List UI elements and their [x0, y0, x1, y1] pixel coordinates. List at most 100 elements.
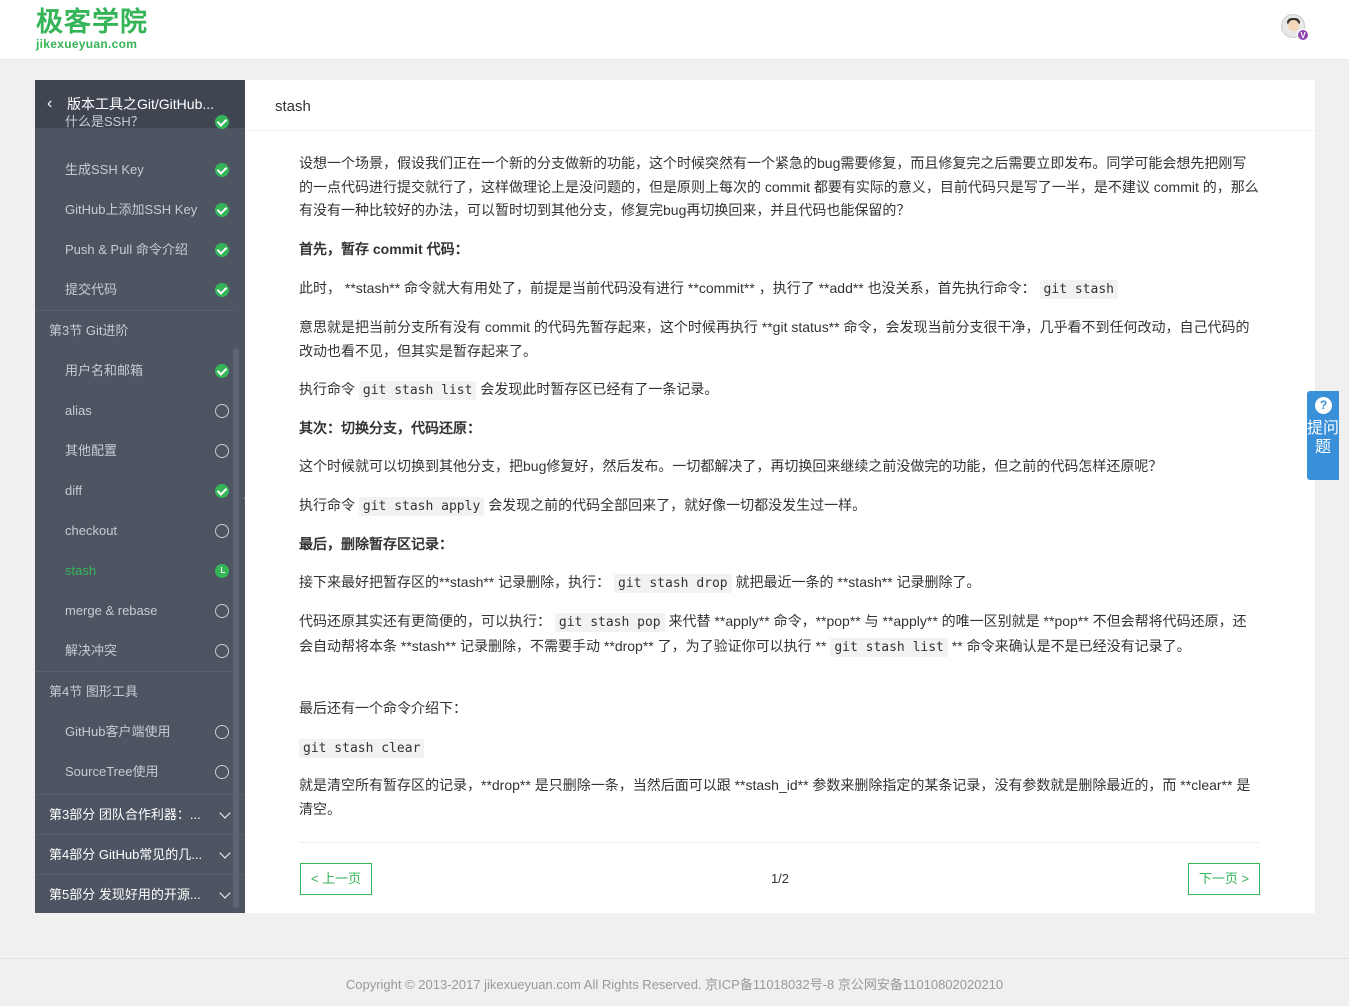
lesson-label: 生成SSH Key [65, 162, 144, 177]
inline-code: git stash drop [614, 574, 732, 593]
paragraph: 就是清空所有暂存区的记录，**drop** 是只删除一条，当然后面可以跟 **s… [299, 777, 1251, 817]
lesson-item[interactable]: Push & Pull 命令介绍 [35, 230, 235, 270]
lesson-item[interactable]: 什么是SSH？ [35, 102, 235, 142]
lesson-label: 解决冲突 [65, 643, 118, 658]
inline-code: git stash pop [554, 613, 665, 632]
paragraph: 接下来最好把暂存区的**stash** 记录删除，执行： git stash d… [299, 571, 1259, 596]
lesson-item[interactable]: 提交代码 [35, 270, 235, 310]
inline-code: git stash [1039, 280, 1118, 299]
code-block: git stash clear [299, 736, 1259, 761]
user-avatar[interactable]: V [1281, 14, 1309, 41]
lesson-label: 提交代码 [65, 282, 118, 297]
empty-circle-icon [215, 604, 229, 618]
lesson-item[interactable]: diff [35, 471, 235, 511]
page-title: stash [275, 98, 311, 115]
paragraph: 最后还有一个命令介绍下： [299, 700, 467, 716]
inline-code: git stash list [830, 637, 948, 657]
clock-icon [215, 564, 229, 578]
lesson-item[interactable]: SourceTree使用 [35, 752, 235, 792]
part-label: 第4部分 GitHub常见的几... [49, 847, 203, 862]
lesson-item[interactable]: merge & rebase [35, 591, 235, 631]
course-part[interactable]: 第5部分 发现好用的开源... [35, 874, 245, 913]
course-sidebar: ‹ 版本工具之Git/GitHub... 什么是SSH？ 生成SSH Key G… [35, 80, 245, 913]
heading-text: 其次：切换分支，代码还原： [299, 420, 481, 436]
section-heading: 首先，暂存 commit 代码： [299, 238, 1259, 262]
lesson-label: SourceTree使用 [65, 764, 159, 779]
section-heading: 第4节 图形工具 [35, 671, 235, 711]
paragraph: 执行命令 git stash apply 会发现之前的代码全部回来了，就好像一切… [299, 494, 1259, 519]
empty-circle-icon [215, 644, 229, 658]
lesson-label: alias [65, 403, 92, 418]
lesson-label: diff [65, 483, 83, 498]
lesson-item[interactable]: checkout [35, 511, 235, 551]
prev-page-button[interactable]: < 上一页 [300, 863, 372, 895]
chevron-down-icon [219, 807, 231, 819]
lesson-item[interactable]: alias [35, 391, 235, 431]
paragraph: 此时， **stash** 命令就大有用处了，前提是当前代码没有进行 **com… [299, 277, 1259, 302]
done-check-icon [215, 115, 229, 129]
course-part[interactable]: 第4部分 GitHub常见的几... [35, 834, 245, 874]
empty-circle-icon [215, 404, 229, 418]
paragraph: 这个时候就可以切换到其他分支，把bug修复好，然后发布。一切都解决了，再切换回来… [299, 458, 1163, 474]
section-heading: 最后，删除暂存区记录： [299, 533, 1259, 557]
inline-code: git stash apply [358, 497, 485, 516]
paragraph: 意思就是把当前分支所有没有 commit 的代码先暂存起来，这个时候再执行 **… [299, 319, 1250, 359]
inline-code: git stash list [358, 381, 477, 400]
done-check-icon [215, 484, 229, 498]
empty-circle-icon [215, 725, 229, 739]
chevron-down-icon [219, 887, 231, 899]
text: ** 命令来确认是不是已经没有记录了。 [951, 637, 1191, 654]
course-part[interactable]: 第3部分 团队合作利器：... [35, 794, 245, 834]
site-logo[interactable]: 极客学院 jikexueyuan.com [36, 7, 148, 51]
ask-question-button[interactable]: ? 提问题 [1307, 391, 1339, 480]
paragraph: 执行命令 git stash list 会发现此时暂存区已经有了一条记录。 [299, 378, 1259, 403]
logo-cn: 极客学院 [36, 7, 148, 38]
divider [299, 842, 1259, 843]
text: 此时， **stash** 命令就大有用处了，前提是当前代码没有进行 **com… [299, 280, 1036, 296]
avatar-face [1288, 20, 1299, 31]
lesson-item[interactable]: GitHub上添加SSH Key [35, 190, 235, 230]
inline-code: git stash clear [299, 739, 425, 758]
lesson-label: GitHub上添加SSH Key [65, 202, 198, 217]
lesson-item[interactable]: GitHub客户端使用 [35, 712, 235, 752]
heading-text: 首先，暂存 commit 代码： [299, 241, 469, 257]
empty-circle-icon [215, 524, 229, 538]
lesson-label: 其他配置 [65, 443, 118, 458]
lesson-label: 什么是SSH？ [65, 114, 144, 129]
logo-en: jikexueyuan.com [36, 37, 138, 51]
vip-badge: V [1297, 29, 1309, 41]
lesson-item[interactable]: 其他配置 [35, 431, 235, 471]
lesson-label: merge & rebase [65, 603, 158, 618]
empty-circle-icon [215, 765, 229, 779]
text: 代码还原其实还有更简便的，可以执行： [299, 613, 551, 629]
lesson-item[interactable]: 解决冲突 [35, 631, 235, 671]
done-check-icon [215, 364, 229, 378]
text: 就把最近一条的 **stash** 记录删除了。 [735, 574, 981, 590]
done-check-icon [215, 243, 229, 257]
lesson-item-current[interactable]: stash [35, 551, 235, 591]
done-check-icon [215, 163, 229, 177]
sidebar-scrollbar[interactable] [233, 348, 239, 908]
question-bubble-icon: ? [1315, 397, 1332, 414]
lesson-label: 用户名和邮箱 [65, 363, 144, 378]
article-panel: stash 设想一个场景，假设我们正在一个新的分支做新的功能，这个时候突然有一个… [245, 80, 1315, 913]
lesson-item[interactable]: 生成SSH Key [35, 150, 235, 190]
next-page-button[interactable]: 下一页 > [1188, 863, 1260, 895]
lesson-item[interactable]: 用户名和邮箱 [35, 351, 235, 391]
lesson-label: Push & Pull 命令介绍 [65, 242, 188, 257]
empty-circle-icon [215, 444, 229, 458]
chevron-down-icon [219, 847, 231, 859]
ask-label: 提问题 [1307, 420, 1340, 456]
lesson-label: checkout [65, 523, 118, 538]
section-heading: 第3节 Git进阶 [35, 310, 235, 350]
paragraph: 代码还原其实还有更简便的，可以执行： git stash pop 来代替 **a… [299, 610, 1259, 659]
text: 会发现此时暂存区已经有了一条记录。 [480, 381, 719, 397]
done-check-icon [215, 283, 229, 297]
heading-text: 最后，删除暂存区记录： [299, 536, 453, 552]
paragraph: 设想一个场景，假设我们正在一个新的分支做新的功能，这个时候突然有一个紧急的bug… [299, 155, 1259, 218]
page-indicator: 1/2 [770, 871, 790, 886]
copyright-text: Copyright © 2013-2017 jikexueyuan.com Al… [345, 977, 1004, 992]
lesson-label: GitHub客户端使用 [65, 724, 171, 739]
text: 执行命令 [299, 497, 355, 513]
text: 会发现之前的代码全部回来了，就好像一切都没发生过一样。 [488, 497, 867, 513]
